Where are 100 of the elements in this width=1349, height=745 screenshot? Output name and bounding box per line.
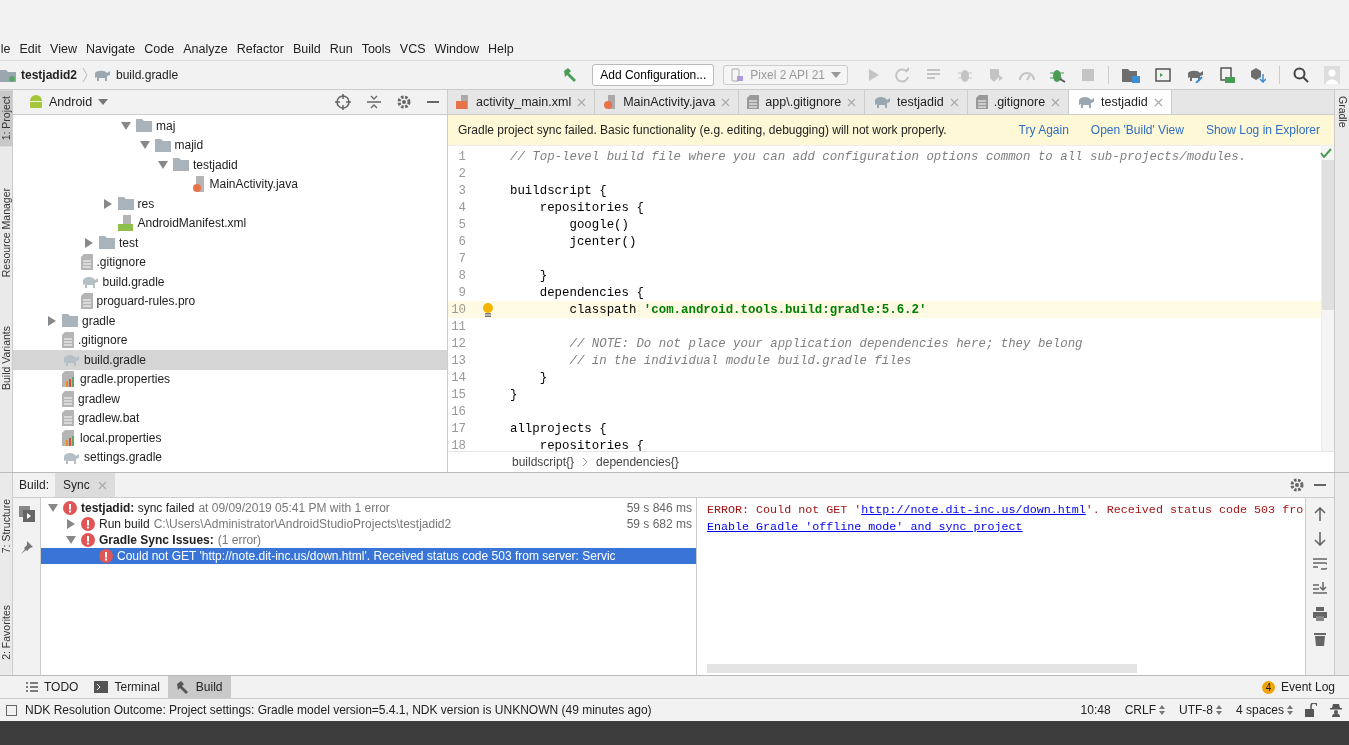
- editor-tab[interactable]: activity_main.xml: [448, 90, 596, 114]
- lightbulb-icon[interactable]: [482, 302, 494, 317]
- view-dropdown[interactable]: Android: [49, 95, 93, 109]
- build-tree-row[interactable]: testjadid: sync failed at 09/09/2019 05:41 PM with 1 error 59 s 846 ms: [41, 500, 696, 516]
- close-icon[interactable]: [847, 97, 857, 107]
- terminal-icon[interactable]: [1155, 68, 1171, 82]
- editor-tab[interactable]: app\.gitignore: [739, 90, 866, 114]
- breadcrumb-file[interactable]: build.gradle: [116, 68, 179, 82]
- panel-tab[interactable]: Sync: [55, 473, 115, 497]
- close-icon[interactable]: [577, 97, 587, 107]
- menu-item[interactable]: View: [50, 42, 77, 56]
- add-configuration-button[interactable]: Add Configuration...: [592, 64, 715, 86]
- down-arrow-icon[interactable]: [1314, 532, 1326, 546]
- expand-arrow-icon[interactable]: [65, 535, 77, 545]
- tree-item[interactable]: majid: [13, 135, 447, 155]
- print-icon[interactable]: [1313, 607, 1327, 621]
- editor-tab[interactable]: MainActivity.java: [595, 90, 740, 114]
- build-tree-row[interactable]: Gradle Sync Issues: (1 error): [41, 532, 696, 548]
- encoding-selector[interactable]: UTF-8: [1178, 703, 1222, 717]
- folder-icon[interactable]: [1122, 67, 1140, 83]
- wrap-icon[interactable]: [1313, 557, 1327, 571]
- close-icon[interactable]: [1153, 97, 1163, 107]
- tree-item[interactable]: MainActivity.java: [13, 174, 447, 194]
- tool-window-tab[interactable]: TODO: [18, 676, 87, 698]
- device-icon[interactable]: [1219, 67, 1235, 83]
- tree-item[interactable]: testjadid: [13, 155, 447, 175]
- pin-icon[interactable]: [19, 540, 34, 554]
- menu-item[interactable]: Window: [434, 42, 479, 56]
- console-link[interactable]: http://note.dit-inc.us/down.html: [861, 502, 1086, 517]
- settings-icon[interactable]: [397, 95, 411, 109]
- side-tab[interactable]: 1: Project: [0, 90, 12, 147]
- tree-item[interactable]: proguard-rules.pro: [13, 291, 447, 311]
- scrollbar-thumb[interactable]: [707, 664, 1137, 673]
- tree-item[interactable]: gradle: [13, 311, 447, 331]
- side-tab[interactable]: Resource Manager: [0, 182, 12, 284]
- notification-link[interactable]: Show Log in Explorer: [1205, 123, 1320, 137]
- expand-arrow-icon[interactable]: [138, 140, 151, 151]
- toggle-view-icon[interactable]: [18, 506, 35, 522]
- up-arrow-icon[interactable]: [1314, 507, 1326, 521]
- tree-item[interactable]: gradle.properties: [13, 369, 447, 389]
- tree-item[interactable]: maj: [13, 116, 447, 136]
- expand-arrow-icon[interactable]: [83, 237, 95, 248]
- expand-arrow-icon[interactable]: [101, 198, 114, 209]
- settings-icon[interactable]: [1290, 478, 1304, 492]
- side-tab[interactable]: Build Variants: [0, 319, 12, 396]
- close-icon[interactable]: [1051, 97, 1061, 107]
- hammer-icon[interactable]: [562, 67, 579, 83]
- collapse-icon[interactable]: [367, 95, 381, 109]
- tool-window-tab[interactable]: Build: [167, 676, 231, 698]
- event-log-button[interactable]: 4 Event Log: [1261, 680, 1335, 694]
- menu-item[interactable]: Analyze: [183, 42, 228, 56]
- tree-item[interactable]: gradlew: [13, 389, 447, 409]
- menu-item[interactable]: Refactor: [236, 42, 284, 56]
- build-tree-row[interactable]: Run build C:\Users\Administrator\AndroidStudioProjects\testjadid2 59 s 682 ms: [41, 516, 696, 532]
- notification-link[interactable]: Try Again: [1018, 123, 1069, 137]
- tree-item[interactable]: build.gradle: [13, 350, 447, 370]
- side-tab[interactable]: 7: Structure: [0, 493, 12, 560]
- cursor-position[interactable]: 10:48: [1080, 703, 1111, 717]
- menu-item[interactable]: Code: [144, 42, 175, 56]
- download-box-icon[interactable]: [1250, 67, 1266, 83]
- menu-item[interactable]: Tools: [361, 42, 391, 56]
- breadcrumb-item[interactable]: dependencies{}: [596, 455, 679, 469]
- minimize-icon[interactable]: [427, 100, 439, 104]
- indent-selector[interactable]: 4 spaces: [1235, 703, 1293, 717]
- crosshair-icon[interactable]: [335, 94, 351, 110]
- scroll-to-end-icon[interactable]: [1313, 582, 1327, 596]
- side-tab[interactable]: Gradle: [1335, 90, 1349, 134]
- tree-item[interactable]: build.gradle: [13, 272, 447, 292]
- close-icon[interactable]: [949, 97, 959, 107]
- tool-window-tab[interactable]: Terminal: [86, 676, 168, 698]
- expand-arrow-icon[interactable]: [157, 159, 169, 170]
- expand-arrow-icon[interactable]: [65, 519, 77, 529]
- line-separator-selector[interactable]: CRLF: [1124, 703, 1165, 717]
- menu-item[interactable]: Edit: [19, 42, 42, 56]
- expand-arrow-icon[interactable]: [120, 120, 132, 131]
- search-icon[interactable]: [1293, 67, 1309, 83]
- menu-item[interactable]: Help: [488, 42, 514, 56]
- breadcrumb-project[interactable]: testjadid2: [21, 68, 77, 82]
- menu-item[interactable]: Navigate: [85, 42, 136, 56]
- menu-item[interactable]: VCS: [399, 42, 426, 56]
- minimize-icon[interactable]: [1314, 483, 1326, 487]
- tree-item[interactable]: settings.gradle: [13, 447, 447, 467]
- expand-arrow-icon[interactable]: [47, 503, 59, 513]
- scrollbar-thumb[interactable]: [1322, 160, 1334, 310]
- lock-icon[interactable]: [1305, 703, 1317, 717]
- tree-item[interactable]: .gitignore: [13, 252, 447, 272]
- notification-link[interactable]: Open 'Build' View: [1090, 123, 1184, 137]
- tree-item[interactable]: AndroidManifest.xml: [13, 213, 447, 233]
- inspector-icon[interactable]: [1329, 703, 1343, 717]
- menu-item[interactable]: Run: [329, 42, 353, 56]
- trash-icon[interactable]: [1314, 632, 1326, 646]
- build-tree-row[interactable]: Could not GET 'http://note.dit-inc.us/down.html'. Received status code 503 from server: Servic: [41, 548, 696, 564]
- tree-item[interactable]: .gitignore: [13, 330, 447, 350]
- caret-icon[interactable]: [98, 99, 109, 105]
- editor-tab[interactable]: testjadid: [865, 90, 968, 114]
- breadcrumb-item[interactable]: buildscript{}: [512, 455, 575, 469]
- bug-icon[interactable]: [1050, 67, 1066, 83]
- toggle-icon[interactable]: [6, 704, 17, 716]
- tree-item[interactable]: res: [13, 194, 447, 214]
- tree-item[interactable]: local.properties: [13, 428, 447, 448]
